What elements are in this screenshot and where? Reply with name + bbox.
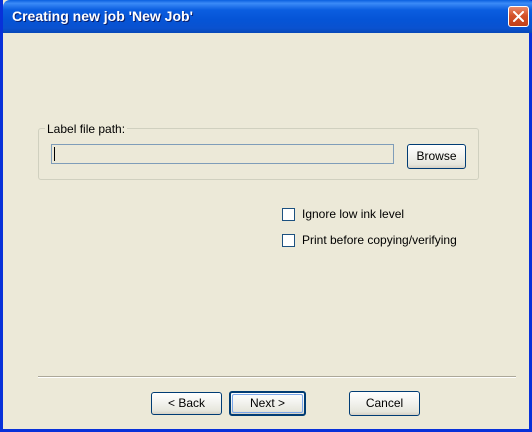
title-bar[interactable]: Creating new job 'New Job' <box>3 0 532 33</box>
close-icon <box>513 11 524 22</box>
label-file-path-input[interactable] <box>51 144 394 164</box>
print-before-copying-label: Print before copying/verifying <box>302 233 457 247</box>
text-caret <box>54 147 55 161</box>
cancel-button[interactable]: Cancel <box>349 391 420 416</box>
back-button[interactable]: < Back <box>151 392 222 415</box>
footer-separator <box>38 376 516 378</box>
ignore-low-ink-label: Ignore low ink level <box>302 207 405 221</box>
next-button[interactable]: Next > <box>229 391 306 416</box>
next-button-label: Next > <box>249 396 285 410</box>
print-before-copying-checkbox[interactable] <box>282 234 295 247</box>
ignore-low-ink-checkbox[interactable] <box>282 208 295 221</box>
dialog-window: Creating new job 'New Job' Label file pa… <box>0 0 532 432</box>
label-file-path-label: Label file path: <box>45 122 128 136</box>
close-button[interactable] <box>508 6 529 27</box>
browse-button[interactable]: Browse <box>407 144 466 169</box>
window-title: Creating new job 'New Job' <box>12 8 193 24</box>
